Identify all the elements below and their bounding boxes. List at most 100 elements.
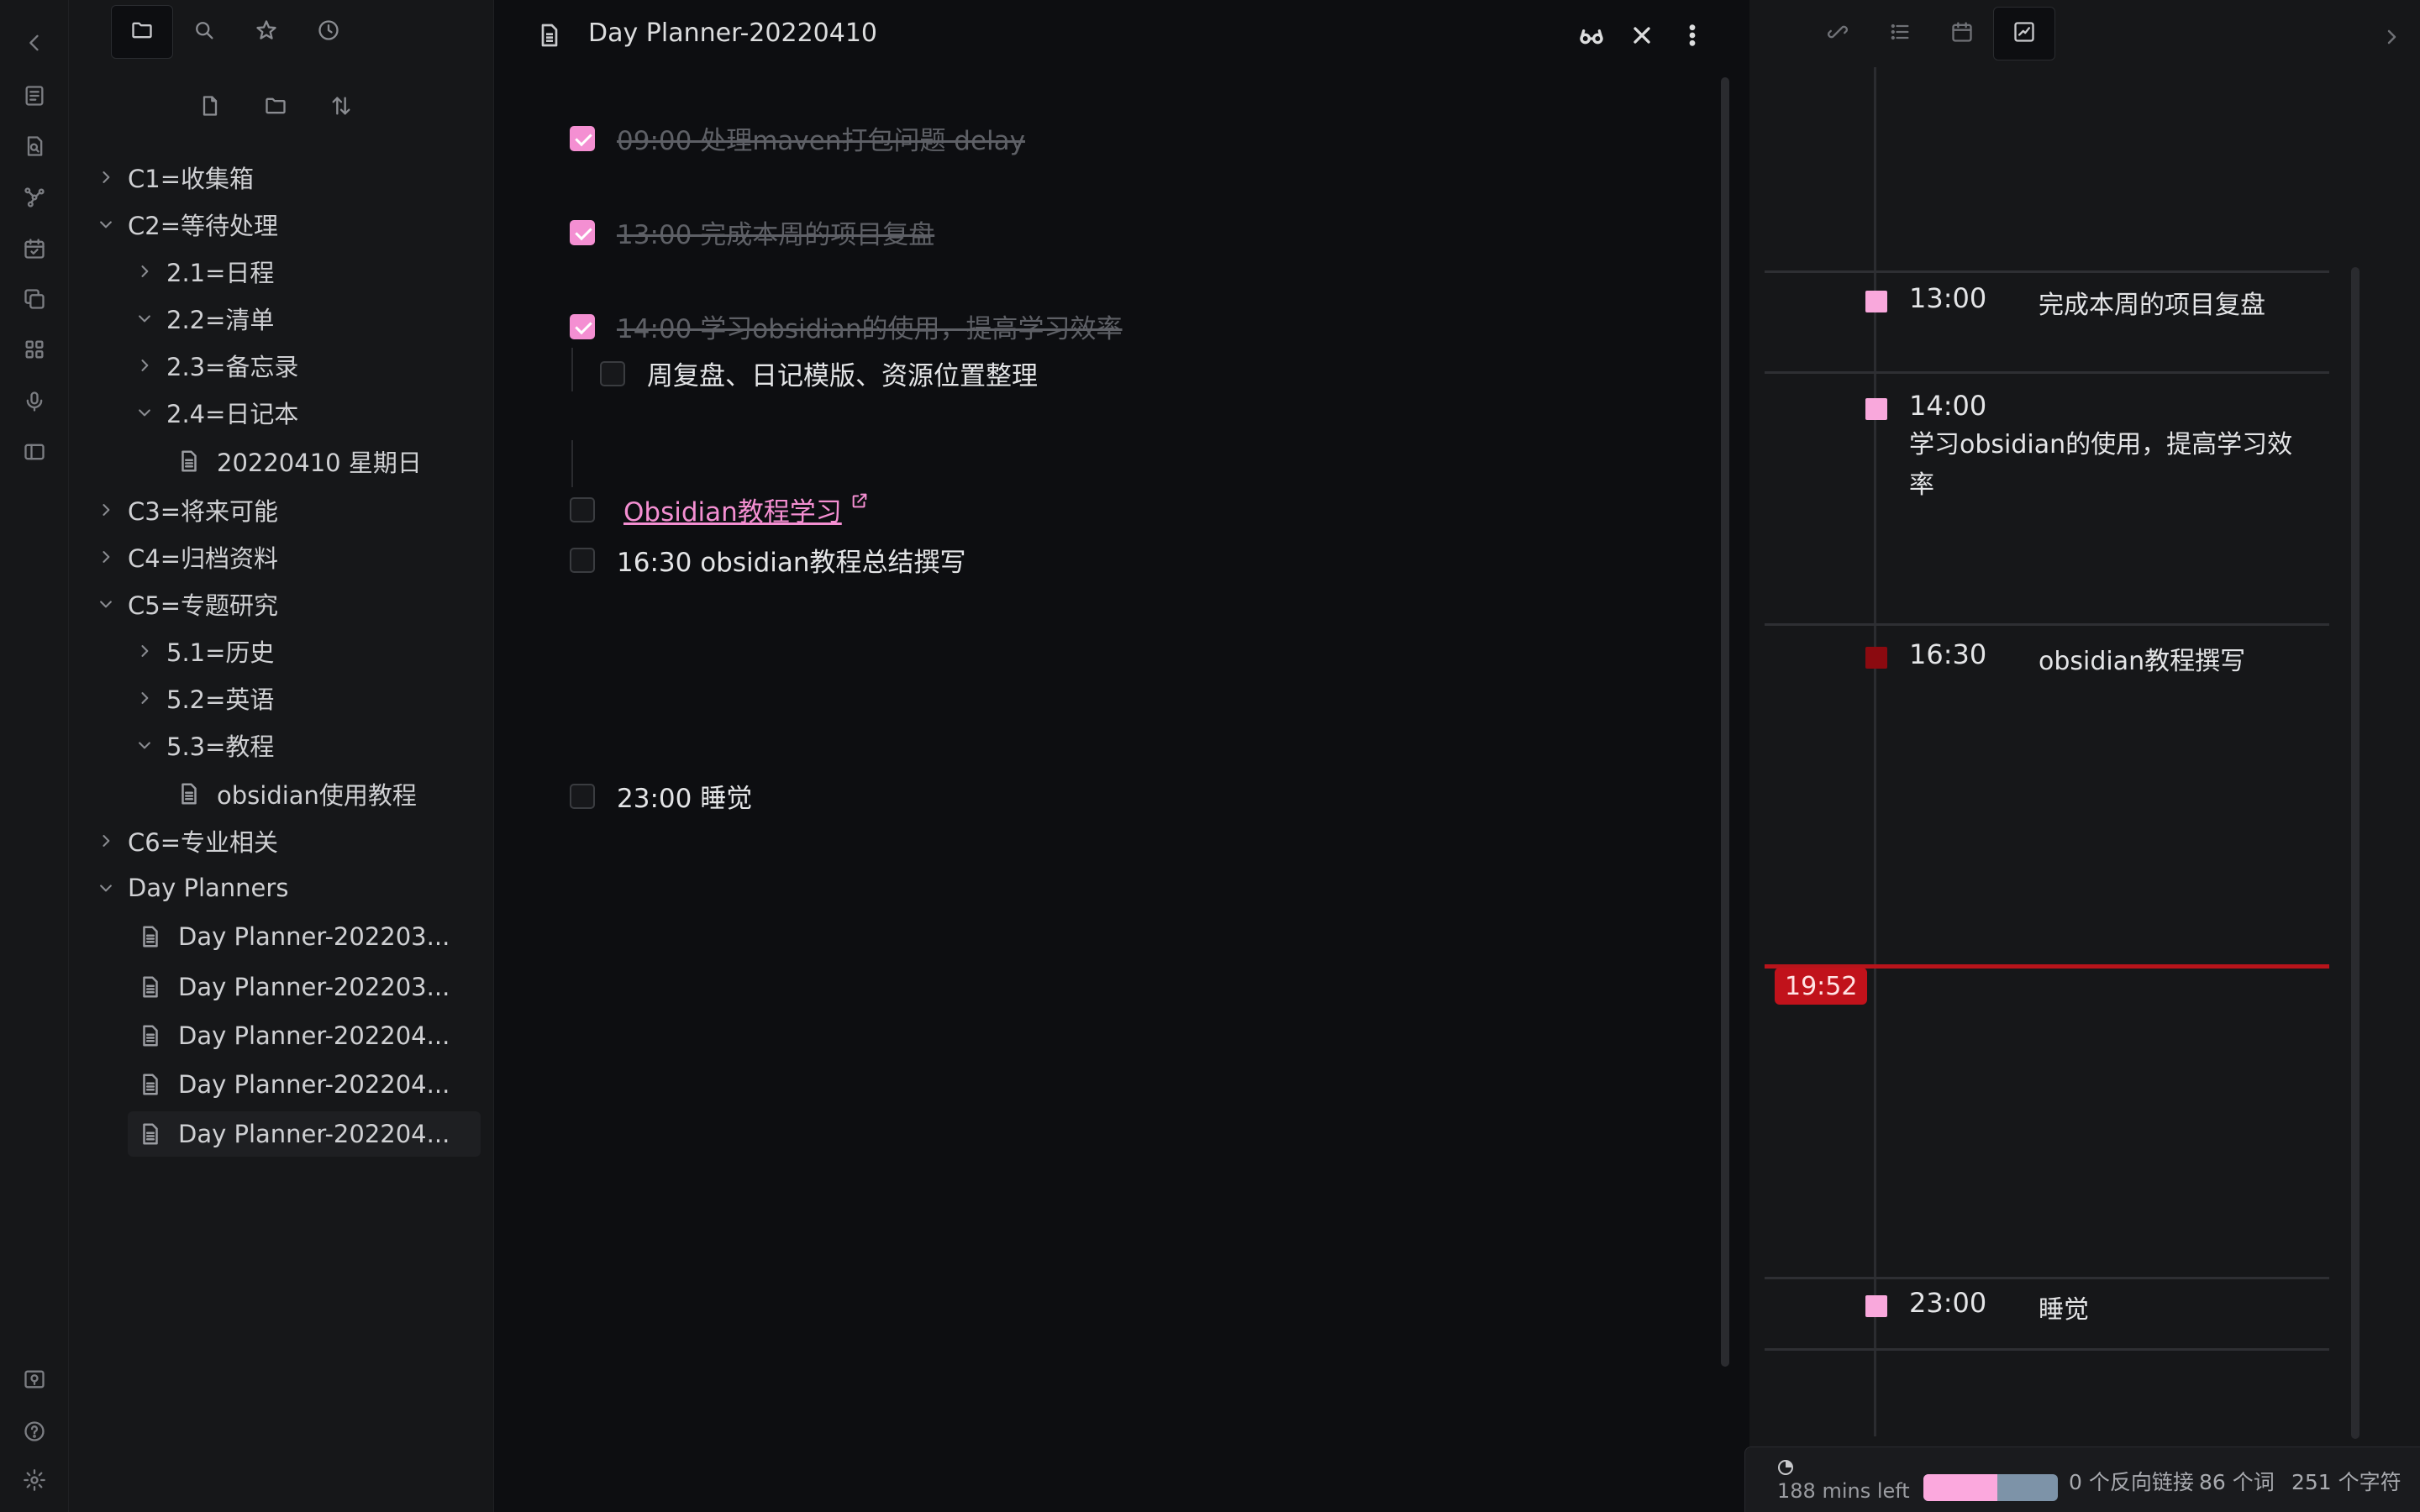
indent-guide [571, 348, 573, 391]
tree-label: 2.3=备忘录 [166, 353, 299, 381]
copy-icon[interactable] [18, 282, 51, 316]
task-checkbox[interactable] [570, 783, 595, 809]
task-checkbox[interactable] [570, 496, 595, 522]
tab-day-planner[interactable] [1993, 7, 2055, 60]
task-checkbox[interactable] [570, 313, 595, 339]
timeline-text: 学习obsidian的使用，提高学习效率 [1909, 430, 2293, 500]
tab-search[interactable] [173, 5, 235, 59]
search-icon [192, 18, 216, 45]
tree-label: C6=专业相关 [128, 828, 278, 857]
tree-file[interactable]: Day Planner-202203... [138, 967, 450, 1007]
tree-file[interactable]: Day Planner-202203... [138, 916, 450, 957]
tree-folder[interactable]: 2.2=清单 [133, 298, 274, 339]
char-count: 251 个字符 [2291, 1470, 2402, 1494]
tree-file[interactable]: Day Planner-202204... [138, 1016, 450, 1056]
chart-timeline-icon [2012, 20, 2036, 47]
collapse-sidebar-icon[interactable] [18, 26, 51, 60]
layout-sidebar-icon[interactable] [18, 435, 51, 469]
document-icon [138, 1023, 163, 1048]
new-note-button[interactable] [190, 87, 230, 128]
tree-folder[interactable]: C2=等待处理 [94, 204, 278, 244]
tree-file[interactable]: obsidian使用教程 [176, 774, 417, 814]
timeline-marker [1865, 398, 1887, 420]
tree-folder[interactable]: C1=收集箱 [94, 157, 254, 197]
chevron-down-icon [94, 876, 118, 900]
chevron-down-icon [94, 213, 118, 236]
chevron-right-icon [133, 354, 156, 377]
task-text[interactable]: 23:00 睡觉 [617, 777, 752, 815]
task-checkbox[interactable] [570, 547, 595, 573]
calendar-check-icon[interactable] [18, 232, 51, 265]
timeline-text: 完成本周的项目复盘 [2039, 291, 2265, 320]
list-icon[interactable] [18, 79, 51, 113]
task-checkbox[interactable] [570, 219, 595, 245]
tab-files[interactable] [111, 5, 173, 59]
tab-outline[interactable] [1869, 7, 1931, 60]
task-item: 16:30 obsidian教程总结撰写 [570, 541, 966, 579]
graph-view-icon[interactable] [18, 181, 51, 214]
help-icon[interactable] [18, 1415, 51, 1448]
page-title[interactable]: Day Planner-20220410 [588, 18, 877, 48]
reading-mode-button[interactable] [1573, 18, 1610, 55]
tree-folder[interactable]: 5.1=历史 [133, 631, 274, 671]
tab-recent[interactable] [297, 5, 360, 59]
tree-label: C4=归档资料 [128, 544, 278, 573]
collapse-right-sidebar-button[interactable] [2381, 27, 2402, 50]
more-options-button[interactable] [1674, 18, 1711, 55]
timeline-divider [1765, 270, 2329, 273]
timeline-scrollbar[interactable] [2351, 267, 2360, 1439]
microphone-icon[interactable] [18, 385, 51, 418]
tree-folder[interactable]: C3=将来可能 [94, 490, 278, 530]
tree-folder[interactable]: 2.4=日记本 [133, 392, 298, 433]
ribbon [0, 0, 69, 1512]
indent-guide [571, 440, 573, 487]
task-checkbox[interactable] [600, 360, 625, 386]
more-vertical-icon [1679, 22, 1706, 52]
tab-calendar[interactable] [1931, 7, 1993, 60]
document-icon [138, 974, 163, 1000]
apps-grid-icon[interactable] [18, 333, 51, 366]
tree-file-active[interactable]: Day Planner-202204... [128, 1111, 481, 1157]
editor-scrollbar[interactable] [1721, 77, 1729, 1367]
tree-folder[interactable]: 5.3=教程 [133, 725, 274, 765]
subtask-item: 周复盘、日记模版、资源位置整理 [600, 354, 1038, 392]
document-icon [138, 924, 163, 949]
close-button[interactable] [1623, 18, 1660, 55]
explorer-tab-bar [111, 5, 360, 59]
right-tab-bar [1807, 7, 2055, 60]
tree-folder[interactable]: 5.2=英语 [133, 678, 274, 718]
task-text[interactable]: 14:00 学习obsidian的使用，提高学习效率 [617, 307, 1123, 345]
timeline-divider [1765, 1277, 2329, 1279]
task-text[interactable]: 周复盘、日记模版、资源位置整理 [647, 354, 1038, 392]
tab-outgoing-links[interactable] [1807, 7, 1869, 60]
tree-label: Day Planner-202203... [178, 973, 450, 1001]
timeline-marker [1865, 1295, 1887, 1317]
tree-folder[interactable]: 2.3=备忘录 [133, 345, 298, 386]
task-text[interactable]: 16:30 obsidian教程总结撰写 [617, 541, 966, 579]
sort-button[interactable] [321, 87, 361, 128]
task-checkbox[interactable] [570, 125, 595, 151]
editor-pane: Day Planner-20220410 09:00 处理maven打包问题 d… [494, 0, 1749, 1512]
tree-label: 20220410 星期日 [217, 449, 422, 477]
chevron-down-icon [94, 592, 118, 616]
task-text[interactable]: 09:00 处理maven打包问题 delay [617, 119, 1025, 157]
settings-gear-icon[interactable] [18, 1463, 51, 1497]
current-time-badge: 19:52 [1775, 968, 1868, 1005]
tree-folder[interactable]: Day Planners [94, 868, 288, 908]
tree-folder[interactable]: 2.1=日程 [133, 251, 274, 291]
tree-file[interactable]: Day Planner-202204... [138, 1064, 450, 1105]
tree-folder[interactable]: C4=归档资料 [94, 537, 278, 577]
tree-label: Day Planner-202204... [178, 1070, 450, 1099]
task-text[interactable]: 13:00 完成本周的项目复盘 [617, 213, 934, 251]
search-file-icon[interactable] [18, 129, 51, 163]
new-folder-button[interactable] [255, 87, 296, 128]
open-vault-icon[interactable] [18, 1362, 51, 1396]
tree-folder[interactable]: C5=专题研究 [94, 584, 278, 624]
backlinks-count[interactable]: 0 个反向链接 [2069, 1466, 2194, 1496]
chevron-right-icon [133, 639, 156, 663]
tree-folder[interactable]: C6=专业相关 [94, 821, 278, 861]
tree-file[interactable]: 20220410 星期日 [176, 441, 422, 481]
external-link[interactable]: Obsidian教程学习 [623, 491, 842, 528]
timeline-text: obsidian教程撰写 [2039, 647, 2246, 676]
tab-starred[interactable] [235, 5, 297, 59]
